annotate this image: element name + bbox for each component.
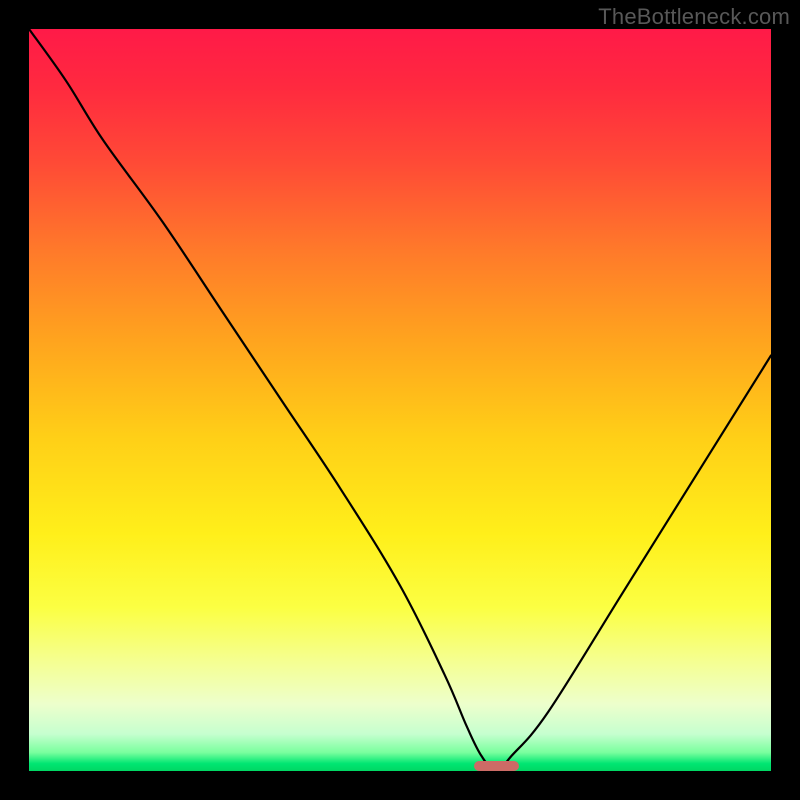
chart-frame: TheBottleneck.com	[0, 0, 800, 800]
plot-area	[29, 29, 771, 771]
watermark-text: TheBottleneck.com	[598, 4, 790, 30]
optimal-marker	[474, 761, 519, 771]
bottleneck-curve	[29, 29, 771, 771]
